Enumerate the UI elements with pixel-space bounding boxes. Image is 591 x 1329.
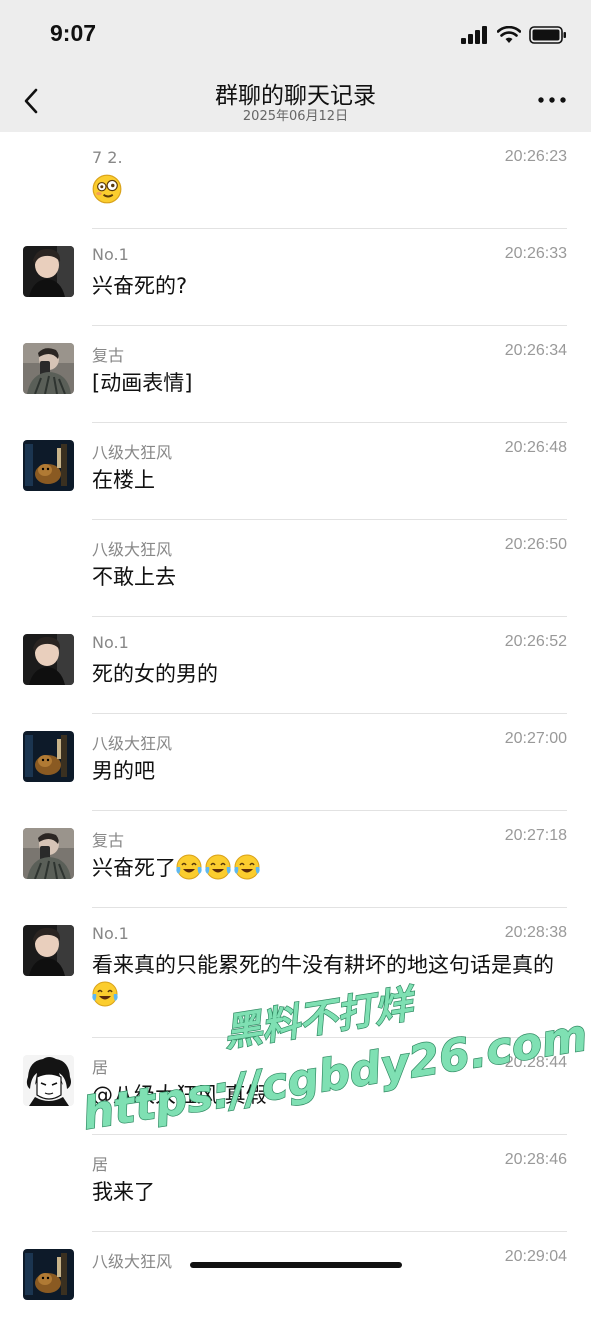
sender-name: 居 (92, 1155, 109, 1174)
status-icons (461, 24, 567, 46)
sender-name: 八级大狂风 (92, 1252, 173, 1271)
message-time: 20:26:52 (504, 633, 567, 650)
wifi-icon (497, 26, 521, 43)
message-text: 我来了 (92, 1180, 155, 1204)
message-content: 兴奋死了 (92, 853, 567, 883)
avatar[interactable] (23, 1055, 74, 1106)
message-item[interactable]: 八级大狂风 20:29:04 (0, 1232, 591, 1329)
message-time: 20:26:34 (504, 342, 567, 359)
sender-name: 八级大狂风 (92, 443, 173, 462)
sender-name: 居 (92, 1058, 109, 1077)
message-item[interactable]: No.1 20:26:33 兴奋死的? (0, 229, 591, 326)
laughing-tears-emoji-icon (92, 981, 118, 1007)
sender-name: No.1 (92, 245, 129, 264)
message-text: 在楼上 (92, 468, 155, 492)
message-time: 20:28:44 (504, 1054, 567, 1071)
message-item[interactable]: No.1 20:26:52 死的女的男的 (0, 617, 591, 714)
message-item[interactable]: No.1 20:28:38 看来真的只能累死的牛没有耕坏的地这句话是真的 (0, 908, 591, 1038)
sender-name: 7 2. (92, 148, 123, 167)
laughing-tears-emoji-icon (205, 854, 231, 880)
chat-history-list[interactable]: 7 2. 20:26:23 No.1 20:26:33 兴奋死的? 复古 20:… (0, 132, 591, 1329)
avatar[interactable] (23, 1249, 74, 1300)
status-time: 9:07 (50, 20, 97, 46)
message-time: 20:27:18 (504, 827, 567, 844)
laughing-tears-emoji-icon (176, 854, 202, 880)
message-item[interactable]: 7 2. 20:26:23 (0, 132, 591, 229)
home-indicator[interactable] (190, 1262, 402, 1268)
message-text: @八级大狂风 真假 (92, 1083, 267, 1107)
message-text: 兴奋死了 (92, 856, 176, 880)
message-item[interactable]: 八级大狂风 20:26:48 在楼上 (0, 423, 591, 520)
sender-name: No.1 (92, 924, 129, 943)
status-bar: 9:07 (0, 0, 591, 70)
message-item[interactable]: 复古 20:27:18 兴奋死了 (0, 811, 591, 908)
message-time: 20:26:33 (504, 245, 567, 262)
avatar[interactable] (23, 343, 74, 394)
message-time: 20:27:00 (504, 730, 567, 747)
message-content (92, 174, 567, 207)
message-time: 20:29:04 (504, 1248, 567, 1265)
message-text: 男的吧 (92, 759, 155, 783)
message-text: 兴奋死的? (92, 274, 188, 298)
sender-name: 复古 (92, 831, 125, 850)
avatar[interactable] (23, 440, 74, 491)
message-item[interactable]: 八级大狂风 20:26:50 不敢上去 (0, 520, 591, 617)
message-text: 不敢上去 (92, 565, 176, 589)
message-time: 20:26:48 (504, 439, 567, 456)
sender-name: 八级大狂风 (92, 734, 173, 753)
avatar[interactable] (23, 634, 74, 685)
message-text: 死的女的男的 (92, 662, 218, 686)
message-item[interactable]: 八级大狂风 20:27:00 男的吧 (0, 714, 591, 811)
avatar[interactable] (23, 925, 74, 976)
message-item[interactable]: 居 20:28:44 @八级大狂风 真假 (0, 1038, 591, 1135)
more-options-icon[interactable] (537, 90, 567, 110)
message-item[interactable]: 复古 20:26:34 [动画表情] (0, 326, 591, 423)
message-text: [动画表情] (92, 371, 193, 395)
message-item[interactable]: 居 20:28:46 我来了 (0, 1135, 591, 1232)
nav-bar: 群聊的聊天记录 2025年06月12日 (0, 70, 591, 132)
sender-name: 八级大狂风 (92, 540, 173, 559)
cellular-signal-icon (461, 26, 487, 44)
avatar[interactable] (23, 246, 74, 297)
page-subtitle-date: 2025年06月12日 (242, 109, 349, 124)
battery-icon (529, 26, 566, 44)
message-content: 看来真的只能累死的牛没有耕坏的地这句话是真的 (92, 950, 567, 1010)
message-text: 看来真的只能累死的牛没有耕坏的地这句话是真的 (92, 953, 554, 977)
avatar[interactable] (23, 828, 74, 879)
dizzy-face-emoji-icon (92, 174, 122, 204)
laughing-tears-emoji-icon (234, 854, 260, 880)
message-time: 20:28:46 (504, 1151, 567, 1168)
sender-name: No.1 (92, 633, 129, 652)
message-time: 20:26:23 (504, 148, 567, 165)
avatar[interactable] (23, 731, 74, 782)
message-time: 20:26:50 (504, 536, 567, 553)
sender-name: 复古 (92, 346, 125, 365)
message-time: 20:28:38 (504, 924, 567, 941)
